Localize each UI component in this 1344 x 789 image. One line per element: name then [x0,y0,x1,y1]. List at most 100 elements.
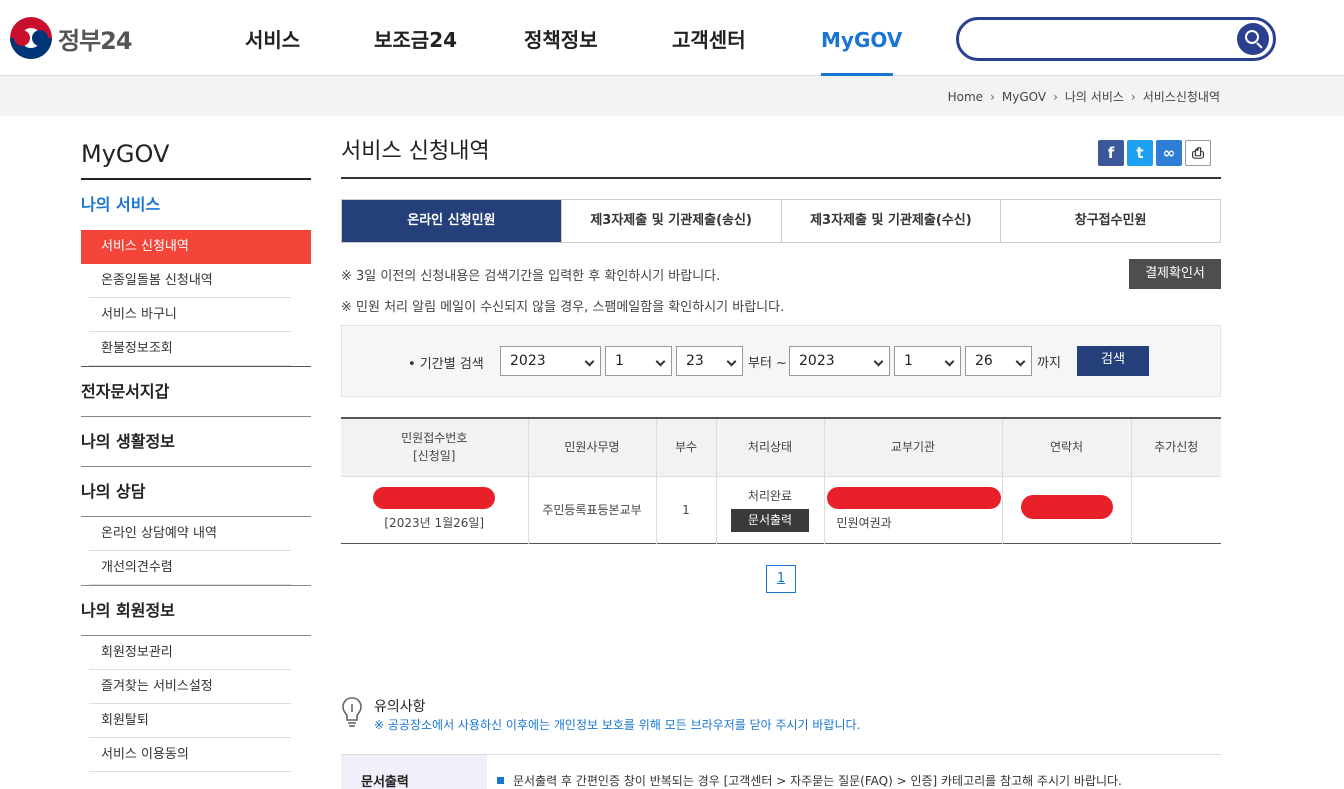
sidebar-item-basket[interactable]: 서비스 바구니 [81,298,311,332]
status-text: 처리완료 [747,489,793,503]
from-year-select[interactable]: 2023 [500,346,601,376]
breadcrumb-bar: Home › MyGOV › 나의 서비스 › 서비스신청내역 [0,76,1344,116]
nav-mygov[interactable]: MyGOV [821,0,902,77]
tab-list: 온라인 신청민원 제3자제출 및 기관제출(송신) 제3자제출 및 기관제출(수… [341,199,1221,243]
search-period-button[interactable]: 검색 [1077,346,1149,376]
nav-policy[interactable]: 정책정보 [524,0,639,76]
cell-agency: 민원여권과 [824,476,1003,543]
sidebar-item-member-info[interactable]: 회원정보관리 [81,636,311,670]
chevron-down-icon [944,356,955,367]
table-header-row: 민원접수번호 [신청일] 민원사무명 부수 처리상태 교부기관 연락처 추가신청 [341,418,1221,477]
cell-copies: 1 [656,476,717,543]
logo[interactable]: 정부24 [10,17,140,59]
sidebar-section-life[interactable]: 나의 생활정보 [81,416,311,466]
to-month-select[interactable]: 1 [894,346,961,376]
col-receipt-number: 민원접수번호 [신청일] [341,418,529,477]
taegeuk-logo-icon [10,17,52,59]
notice-spam: ※ 민원 처리 알림 메일이 수신되지 않을 경우, 스팸메일함을 확인하시기 … [341,300,785,315]
facebook-icon[interactable]: f [1098,140,1124,166]
sidebar-item-service-history[interactable]: 서비스 신청내역 [81,230,311,264]
sidebar-section-member[interactable]: 나의 회원정보 [81,585,311,635]
nav-service[interactable]: 서비스 [245,0,340,76]
sidebar-item-consent[interactable]: 서비스 이용동의 [81,738,311,772]
header: 정부24 서비스 보조금24 정책정보 고객센터 MyGOV [0,0,1344,77]
application-table: 민원접수번호 [신청일] 민원사무명 부수 처리상태 교부기관 연락처 추가신청 … [341,417,1221,544]
period-search-panel: • 기간별 검색 2023 1 23 부터 ~ 2023 1 26 까지 검색 [341,325,1221,397]
breadcrumb-my-service[interactable]: 나의 서비스 [1065,88,1124,105]
print-icon[interactable]: ⎙ [1185,140,1211,166]
from-text: 부터 ~ [748,356,787,371]
period-search-label: • 기간별 검색 [408,357,484,372]
document-print-button[interactable]: 문서출력 [731,509,809,532]
logo-text: 정부24 [58,26,133,55]
sidebar-item-withdraw[interactable]: 회원탈퇴 [81,704,311,738]
col-contact: 연락처 [1002,418,1132,477]
twitter-icon[interactable]: t [1127,140,1153,166]
col-copies: 부수 [656,418,717,477]
sidebar-section-my-service[interactable]: 나의 서비스 [81,180,311,230]
tab-third-party-receive[interactable]: 제3자제출 및 기관제출(수신) [782,200,1002,242]
tab-online[interactable]: 온라인 신청민원 [342,200,562,242]
sidebar-my-service-list: 서비스 신청내역 온종일돌봄 신청내역 서비스 바구니 환불정보조회 [81,230,311,366]
page-title-bar: 서비스 신청내역 f t ∞ ⎙ [341,136,1221,179]
sidebar-item-consult-reserve[interactable]: 온라인 상담예약 내역 [81,517,311,551]
breadcrumb-home[interactable]: Home [948,90,983,104]
caution-text: ※ 공공장소에서 사용하신 이후에는 개인정보 보호를 위해 모든 브라우저를 … [374,718,861,732]
sidebar-section-wallet[interactable]: 전자문서지갑 [81,366,311,416]
tab-counter[interactable]: 창구접수민원 [1001,200,1220,242]
link-icon[interactable]: ∞ [1156,140,1182,166]
tab-third-party-send[interactable]: 제3자제출 및 기관제출(송신) [562,200,782,242]
to-year-select[interactable]: 2023 [789,346,890,376]
nav-customer-center[interactable]: 고객센터 [672,0,787,76]
table-row: [2023년 1월26일] 주민등록표등본교부 1 처리완료 문서출력 민원여권… [341,476,1221,543]
chevron-right-icon: › [1053,89,1058,104]
redaction-mark [826,487,1001,509]
redaction-mark [373,487,496,509]
cell-service-name: 주민등록표등본교부 [528,476,657,543]
breadcrumb-mygov[interactable]: MyGOV [1002,90,1046,104]
page-button-1[interactable]: 1 [766,565,796,593]
from-day-select[interactable]: 23 [676,346,743,376]
cell-status: 처리완료 문서출력 [716,476,825,543]
sidebar-item-refund[interactable]: 환불정보조회 [81,332,311,366]
nav-subsidy24[interactable]: 보조금24 [374,0,489,76]
sidebar-item-favorites[interactable]: 즐겨찾는 서비스설정 [81,670,311,704]
to-day-select[interactable]: 26 [965,346,1032,376]
cell-extra [1131,476,1221,543]
print-guide-box: 문서출력 문서출력 후 간편인증 창이 반복되는 경우 [고객센터 > 자주묻는… [341,754,1221,789]
caution-title: 유의사항 [374,699,426,715]
sidebar-item-childcare[interactable]: 온종일돌봄 신청내역 [81,264,311,298]
lightbulb-icon [342,697,362,727]
application-date: [2023년 1월26일] [384,516,485,530]
page-title: 서비스 신청내역 [341,139,490,164]
sidebar-section-consult[interactable]: 나의 상담 [81,466,311,516]
chevron-down-icon [1015,356,1026,367]
print-guide-text: 문서출력 후 간편인증 창이 반복되는 경우 [고객센터 > 자주묻는 질문(F… [497,772,1122,789]
main-nav: 서비스 보조금24 정책정보 고객센터 MyGOV [210,0,902,77]
notice-search-period: ※ 3일 이전의 신청내용은 검색기간을 입력한 후 확인하시기 바랍니다. [341,269,721,284]
chevron-right-icon: › [1130,89,1136,104]
sidebar-consult-list: 온라인 상담예약 내역 개선의견수렴 [81,516,311,585]
cell-receipt: [2023년 1월26일] [341,476,529,543]
chevron-right-icon: › [990,89,995,104]
redaction-mark [1020,495,1113,519]
chevron-down-icon [873,356,884,367]
col-status: 처리상태 [716,418,825,477]
search-box [956,17,1276,61]
main-content: 서비스 신청내역 f t ∞ ⎙ 온라인 신청민원 제3자제출 및 기관제출(송… [341,136,1221,789]
sidebar-title: MyGOV [81,136,311,180]
agency-name: 민원여권과 [836,516,892,530]
sidebar-member-list: 회원정보관리 즐겨찾는 서비스설정 회원탈퇴 서비스 이용동의 [81,635,311,772]
chevron-down-icon [655,356,666,367]
search-button[interactable] [1237,23,1269,55]
print-guide-head: 문서출력 [341,755,487,789]
chevron-down-icon [726,356,737,367]
payment-confirm-button[interactable]: 결제확인서 [1129,259,1221,289]
sidebar-item-feedback[interactable]: 개선의견수렴 [81,551,311,585]
col-service-name: 민원사무명 [528,418,657,477]
bullet-square-icon [497,777,504,784]
search-input[interactable] [975,28,1235,52]
share-tools: f t ∞ ⎙ [1098,140,1211,166]
from-month-select[interactable]: 1 [605,346,672,376]
to-text: 까지 [1037,356,1061,371]
